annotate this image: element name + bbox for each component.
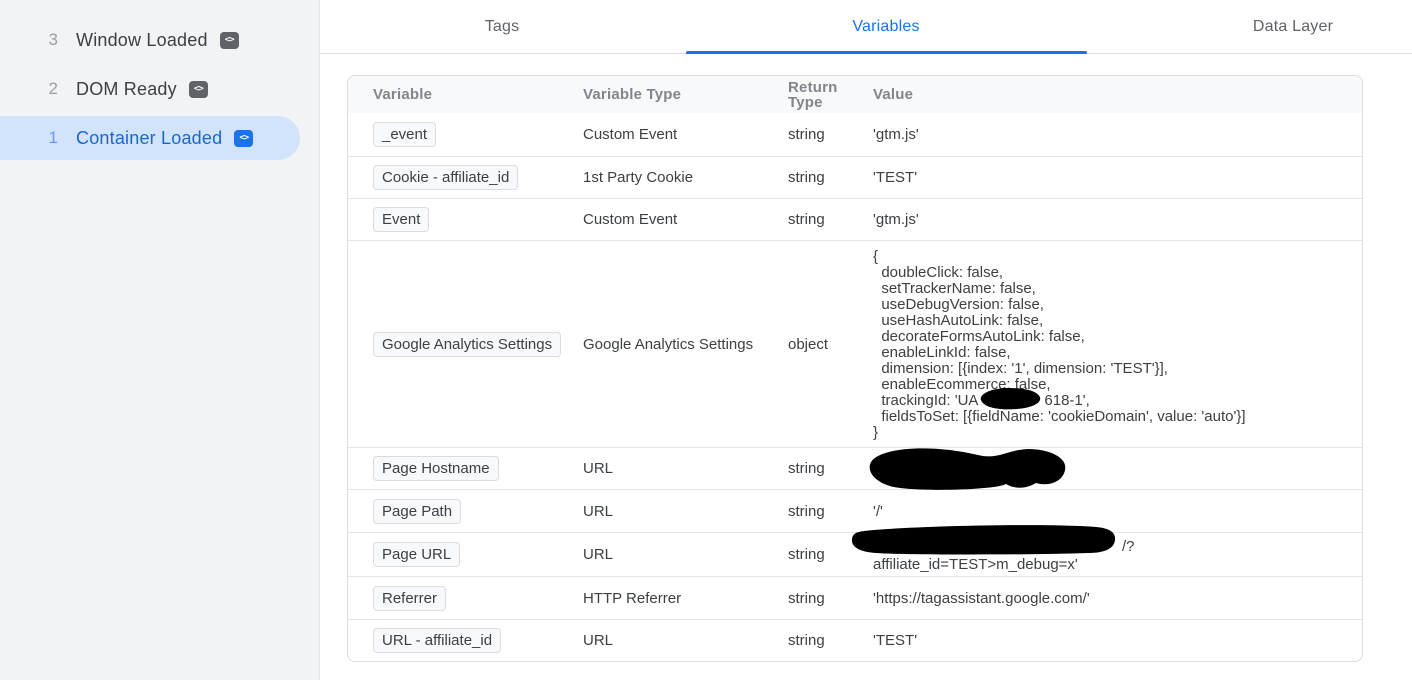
sidebar-item-window-loaded[interactable]: 3 Window Loaded <> — [0, 18, 319, 62]
variable-chip: URL - affiliate_id — [373, 628, 501, 653]
variable-chip: _event — [373, 122, 436, 147]
variable-value: 'TEST' — [848, 632, 1362, 649]
return-type: string — [763, 126, 848, 143]
sidebar-item-dom-ready[interactable]: 2 DOM Ready <> — [0, 67, 319, 111]
return-type: string — [763, 460, 848, 477]
code-tag-icon: <> — [189, 81, 208, 98]
col-header-variable-type: Variable Type — [558, 84, 763, 105]
return-type: string — [763, 590, 848, 607]
redaction-scribble — [858, 442, 1072, 492]
variable-value: 'https://tagassistant.google.com/' — [848, 590, 1362, 607]
return-type: string — [763, 503, 848, 520]
variable-type: Google Analytics Settings — [558, 336, 763, 353]
return-type: object — [763, 336, 848, 353]
event-label: DOM Ready — [76, 79, 177, 100]
tracking-id-line: trackingId: 'UA618-1', — [873, 393, 1350, 409]
table-row: URL - affiliate_id URL string 'TEST' — [348, 619, 1362, 661]
table-row: Page URL URL string /? affiliate_id=TEST… — [348, 532, 1362, 576]
active-tab-underline — [686, 51, 1087, 54]
tab-tags[interactable]: Tags — [485, 0, 520, 54]
variable-chip: Cookie - affiliate_id — [373, 165, 518, 190]
variable-type: HTTP Referrer — [558, 590, 763, 607]
return-type: string — [763, 632, 848, 649]
table-row: Event Custom Event string 'gtm.js' — [348, 198, 1362, 240]
code-tag-icon: <> — [220, 32, 239, 49]
return-type: string — [763, 546, 848, 563]
variable-value: 'TEST' — [848, 169, 1362, 186]
variable-type: 1st Party Cookie — [558, 169, 763, 186]
table-row: Page Hostname URL string — [348, 447, 1362, 489]
variable-type: URL — [558, 503, 763, 520]
variable-chip: Google Analytics Settings — [373, 332, 561, 357]
value-line-2: affiliate_id=TEST>m_debug=x' — [873, 556, 1350, 573]
variable-type: URL — [558, 546, 763, 563]
redaction-scribble — [848, 523, 1118, 557]
variable-chip: Page URL — [373, 542, 460, 567]
variable-type: Custom Event — [558, 211, 763, 228]
event-number: 1 — [0, 128, 58, 148]
col-header-variable: Variable — [348, 84, 558, 105]
variable-type: URL — [558, 460, 763, 477]
event-label: Container Loaded — [76, 128, 222, 149]
variable-value: 'gtm.js' — [848, 211, 1362, 228]
variable-value-object: { doubleClick: false, setTrackerName: fa… — [848, 241, 1362, 447]
event-number: 3 — [0, 30, 58, 50]
tab-data-layer[interactable]: Data Layer — [1253, 0, 1333, 54]
col-header-return-type: Return Type — [763, 77, 848, 113]
variable-type: Custom Event — [558, 126, 763, 143]
variable-value: '/' — [848, 503, 1362, 520]
sidebar-item-container-loaded[interactable]: 1 Container Loaded <> — [0, 116, 300, 160]
code-tag-icon: <> — [234, 130, 253, 147]
table-row: _event Custom Event string 'gtm.js' — [348, 113, 1362, 156]
variable-chip: Page Path — [373, 499, 461, 524]
table-row: Cookie - affiliate_id 1st Party Cookie s… — [348, 156, 1362, 198]
table-row: Google Analytics Settings Google Analyti… — [348, 240, 1362, 447]
value-line-1-suffix: /? — [1122, 537, 1350, 556]
redaction-scribble — [978, 393, 1044, 405]
variable-chip: Page Hostname — [373, 456, 499, 481]
return-type: string — [763, 211, 848, 228]
variable-chip: Referrer — [373, 586, 446, 611]
variable-value-redacted — [848, 448, 1362, 489]
variables-table: Variable Variable Type Return Type Value… — [347, 75, 1363, 662]
variable-value: 'gtm.js' — [848, 126, 1362, 143]
table-row: Referrer HTTP Referrer string 'https://t… — [348, 576, 1362, 619]
table-header-row: Variable Variable Type Return Type Value — [348, 76, 1362, 113]
event-label: Window Loaded — [76, 30, 208, 51]
main-panel: Tags Variables Data Layer Variable Varia… — [320, 0, 1412, 680]
variable-value-redacted: /? affiliate_id=TEST>m_debug=x' — [848, 533, 1362, 576]
col-header-value: Value — [848, 84, 1362, 105]
variable-type: URL — [558, 632, 763, 649]
tab-bar: Tags Variables Data Layer — [320, 0, 1412, 54]
object-lines-after: fieldsToSet: [{fieldName: 'cookieDomain'… — [873, 409, 1350, 441]
object-lines-before: { doubleClick: false, setTrackerName: fa… — [873, 249, 1350, 393]
tab-variables[interactable]: Variables — [852, 0, 919, 54]
return-type: string — [763, 169, 848, 186]
event-timeline-sidebar: 3 Window Loaded <> 2 DOM Ready <> 1 Cont… — [0, 0, 320, 680]
variable-chip: Event — [373, 207, 429, 232]
event-number: 2 — [0, 79, 58, 99]
